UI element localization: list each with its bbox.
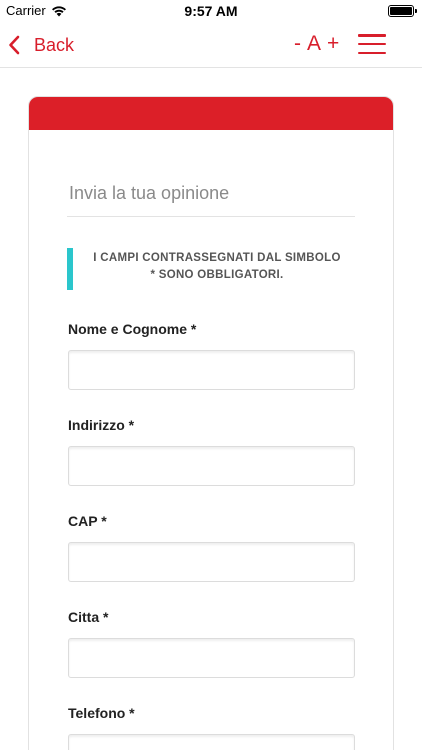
status-bar: Carrier 9:57 AM (0, 0, 422, 22)
address-label: Indirizzo * (68, 417, 135, 433)
address-input[interactable] (68, 446, 355, 486)
navigation-bar: Back - A + (0, 22, 422, 68)
notice-accent-bar (67, 248, 73, 290)
font-size-control: - A + (294, 30, 339, 58)
font-size-label: A (307, 32, 322, 55)
required-notice: I CAMPI CONTRASSEGNATI DAL SIMBOLO * SON… (67, 248, 355, 290)
phone-label: Telefono * (68, 705, 135, 721)
back-button[interactable]: Back (8, 30, 74, 60)
hamburger-menu-icon[interactable] (358, 34, 386, 54)
notice-line-1: I CAMPI CONTRASSEGNATI DAL SIMBOLO (93, 252, 341, 264)
name-label: Nome e Cognome * (68, 321, 197, 337)
form-card: Invia la tua opinione I CAMPI CONTRASSEG… (28, 96, 394, 750)
font-increase-button[interactable]: + (327, 32, 339, 56)
notice-text: I CAMPI CONTRASSEGNATI DAL SIMBOLO * SON… (79, 250, 355, 284)
city-label: Citta * (68, 609, 109, 625)
cap-input[interactable] (68, 542, 355, 582)
title-divider (67, 216, 355, 217)
back-label: Back (34, 34, 75, 55)
form-title: Invia la tua opinione (69, 183, 230, 203)
font-decrease-button[interactable]: - (294, 32, 301, 56)
notice-line-2: * SONO OBBLIGATORI. (150, 269, 284, 281)
battery-icon (388, 5, 417, 17)
city-input[interactable] (68, 638, 355, 678)
chevron-left-icon (9, 35, 20, 55)
status-time: 9:57 AM (184, 3, 238, 19)
card-header (29, 97, 393, 130)
phone-input[interactable] (68, 734, 355, 750)
name-input[interactable] (68, 350, 355, 390)
cap-label: CAP * (68, 513, 107, 529)
